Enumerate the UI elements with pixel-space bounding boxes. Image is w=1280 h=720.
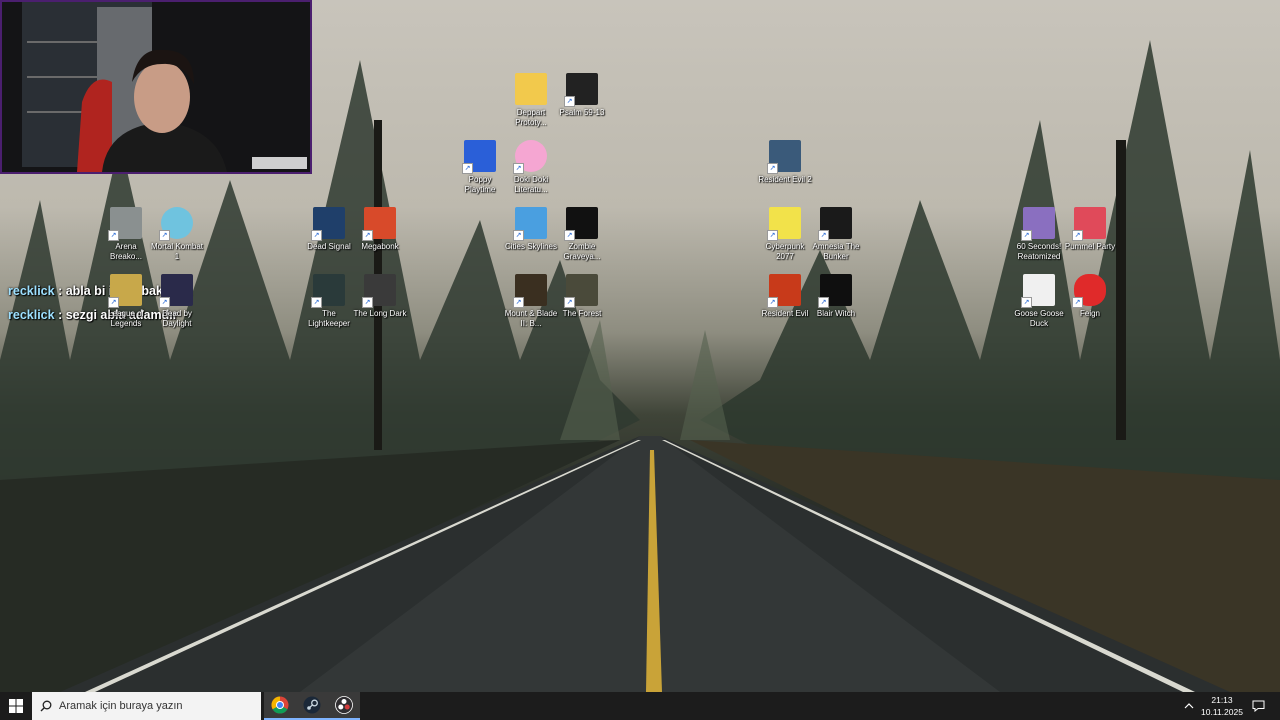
desktop-icon-the-forest[interactable]: ↗ The Forest: [555, 274, 609, 319]
cities-skylines-icon: ↗: [513, 207, 547, 241]
desktop-icon-long-dark[interactable]: ↗ The Long Dark: [353, 274, 407, 319]
icon-label: The Forest: [562, 309, 602, 318]
desktop-icon-blair-witch[interactable]: ↗ Blair Witch: [809, 274, 863, 319]
goose-goose-duck-icon: ↗: [1021, 274, 1055, 308]
desktop-icon-sixty-seconds[interactable]: ↗ 60 Seconds! Reatomized: [1012, 207, 1066, 262]
clock-date: 10.11.2025: [1201, 707, 1243, 717]
desktop-icon-resident-evil-2[interactable]: ↗ Resident Evil 2: [758, 140, 812, 185]
taskbar: Aramak için buraya yazın 21:13 10.11.202…: [0, 692, 1280, 720]
icon-label: Pummel Party: [1064, 242, 1116, 251]
desktop-icon-mount-blade[interactable]: ↗ Mount & Blade II: B...: [504, 274, 558, 329]
webcam-feed: [2, 2, 310, 172]
amnesia-icon: ↗: [818, 207, 852, 241]
desktop-icon-lightkeeper[interactable]: ↗ The Lightkeeper: [302, 274, 356, 329]
icon-label: Amnesia The Bunker: [812, 242, 860, 261]
icon-label: Feign: [1079, 309, 1100, 318]
zombie-graveyard-icon: ↗: [564, 207, 598, 241]
chat-username: recklick: [8, 308, 55, 322]
desktop-icon-arena-breakout[interactable]: ↗ Arena Breako...: [99, 207, 153, 262]
resident-evil-icon: ↗: [767, 274, 801, 308]
desktop-icon-megabonk[interactable]: ↗ Megabonk: [353, 207, 407, 252]
desktop-icon-cyberpunk[interactable]: ↗ Cyberpunk 2077: [758, 207, 812, 262]
obs-icon: [335, 696, 353, 714]
desktop-icon-dead-signal[interactable]: ↗ Dead Signal: [302, 207, 356, 252]
desktop-icon-psalm[interactable]: ↗ Psalm 59-13: [555, 73, 609, 118]
icon-label: Doki Doki Literatu...: [513, 175, 549, 194]
desktop-icon-mortal-kombat[interactable]: ↗ Mortal Kombat 1: [150, 207, 204, 262]
cyberpunk-icon: ↗: [767, 207, 801, 241]
dead-by-daylight-icon: ↗: [159, 274, 193, 308]
league-icon: ↗: [108, 274, 142, 308]
desktop-icon-poppy-playtime[interactable]: ↗ Poppy Playtime: [453, 140, 507, 195]
taskbar-steam[interactable]: [296, 692, 328, 720]
icon-label: Cities Skylines: [504, 242, 557, 251]
chrome-icon: [271, 696, 289, 714]
folder-icon: [515, 73, 547, 105]
mount-blade-icon: ↗: [513, 274, 547, 308]
icon-label: Resident Evil 2: [758, 175, 812, 184]
poppy-playtime-icon: ↗: [462, 140, 496, 174]
desktop-icon-league[interactable]: ↗ League of Legends: [99, 274, 153, 329]
doki-doki-icon: ↗: [513, 140, 547, 174]
taskbar-clock[interactable]: 21:13 10.11.2025: [1196, 694, 1248, 718]
icon-label: Resident Evil: [761, 309, 809, 318]
icon-label: 60 Seconds! Reatomized: [1016, 242, 1062, 261]
icon-label: League of Legends: [108, 309, 144, 328]
desktop-icon-doki-doki[interactable]: ↗ Doki Doki Literatu...: [504, 140, 558, 195]
desktop-icon-cities-skylines[interactable]: ↗ Cities Skylines: [504, 207, 558, 252]
chat-username: recklick: [8, 284, 55, 298]
icon-label: Blair Witch: [816, 309, 856, 318]
icon-label: Mortal Kombat 1: [150, 242, 204, 261]
icon-label: Mount & Blade II: B...: [504, 309, 558, 328]
long-dark-icon: ↗: [362, 274, 396, 308]
icon-label: Megabonk: [361, 242, 399, 251]
search-icon: [40, 700, 52, 712]
desktop-icon-feign[interactable]: ↗ Feign: [1063, 274, 1117, 319]
resident-evil-2-icon: ↗: [767, 140, 801, 174]
feign-icon: ↗: [1072, 274, 1106, 308]
notification-icon: [1252, 700, 1265, 712]
webcam-overlay: [0, 0, 312, 174]
chevron-up-icon: [1184, 703, 1194, 709]
start-button[interactable]: [0, 692, 32, 720]
icon-label: Zombie Graveya...: [563, 242, 601, 261]
pummel-party-icon: ↗: [1072, 207, 1106, 241]
icon-label: Goose Goose Duck: [1014, 309, 1064, 328]
notification-center-button[interactable]: [1252, 692, 1265, 720]
icon-label: Dead by Daylight: [162, 309, 192, 328]
desktop-icon-goose-goose-duck[interactable]: ↗ Goose Goose Duck: [1012, 274, 1066, 329]
icon-label: Psalm 59-13: [559, 108, 605, 117]
desktop-icon-deppart[interactable]: Deppart Prototy...: [504, 73, 558, 128]
icon-label: Poppy Playtime: [464, 175, 496, 194]
search-placeholder: Aramak için buraya yazın: [59, 700, 183, 712]
the-forest-icon: ↗: [564, 274, 598, 308]
taskbar-search-box[interactable]: Aramak için buraya yazın: [32, 692, 261, 720]
taskbar-chrome[interactable]: [264, 692, 296, 720]
icon-label: Dead Signal: [307, 242, 351, 251]
windows-logo-icon: [9, 699, 23, 713]
sixty-seconds-icon: ↗: [1021, 207, 1055, 241]
steam-icon: [303, 696, 321, 714]
desktop-icon-amnesia[interactable]: ↗ Amnesia The Bunker: [809, 207, 863, 262]
icon-label: The Lightkeeper: [308, 309, 350, 328]
icon-label: Cyberpunk 2077: [765, 242, 805, 261]
mortal-kombat-icon: ↗: [159, 207, 193, 241]
psalm-icon: ↗: [564, 73, 598, 107]
icon-label: Deppart Prototy...: [515, 108, 547, 127]
taskbar-obs[interactable]: [328, 692, 360, 720]
icon-label: The Long Dark: [353, 309, 407, 318]
desktop-icon-pummel-party[interactable]: ↗ Pummel Party: [1063, 207, 1117, 252]
dead-signal-icon: ↗: [311, 207, 345, 241]
megabonk-icon: ↗: [362, 207, 396, 241]
arena-breakout-icon: ↗: [108, 207, 142, 241]
tray-overflow-button[interactable]: [1184, 692, 1194, 720]
blair-witch-icon: ↗: [818, 274, 852, 308]
desktop-icon-resident-evil[interactable]: ↗ Resident Evil: [758, 274, 812, 319]
icon-label: Arena Breako...: [109, 242, 142, 261]
desktop-icon-dead-by-daylight[interactable]: ↗ Dead by Daylight: [150, 274, 204, 329]
desktop-icon-zombie-graveyard[interactable]: ↗ Zombie Graveya...: [555, 207, 609, 262]
clock-time: 21:13: [1211, 695, 1233, 705]
lightkeeper-icon: ↗: [311, 274, 345, 308]
